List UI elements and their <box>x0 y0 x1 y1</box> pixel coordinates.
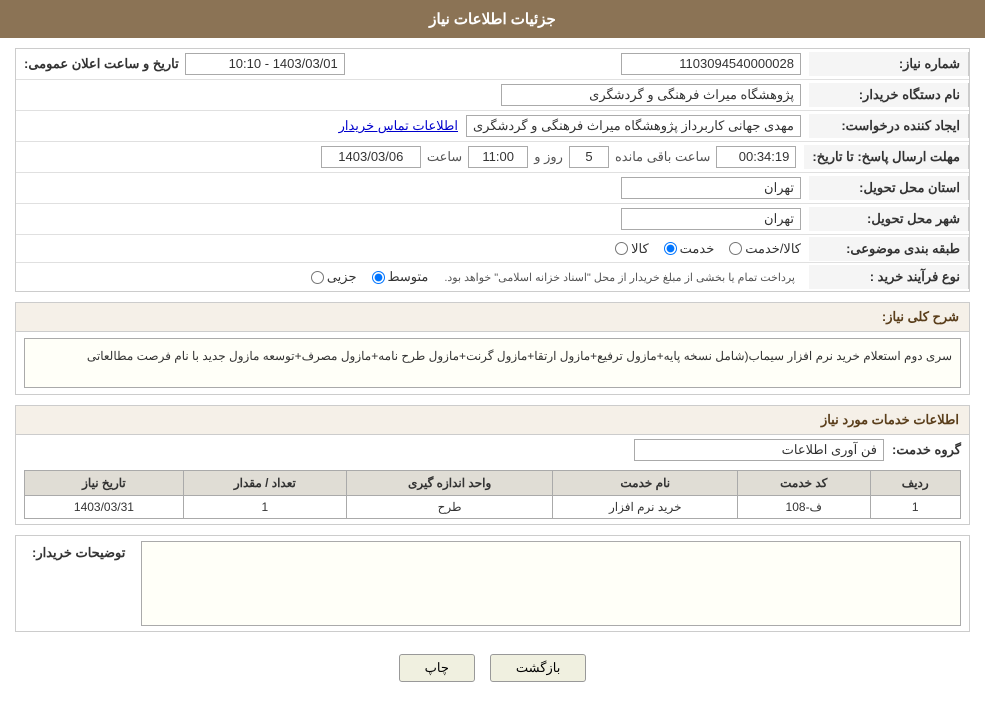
category-option-khedmat: خدمت <box>664 241 715 257</box>
cell-code: ف-108 <box>738 496 870 519</box>
organization-label: نام دستگاه خریدار: <box>809 83 969 107</box>
services-table-body: 1 ف-108 خرید نرم افزار طرح 1 1403/03/31 <box>25 496 961 519</box>
description-label: شرح کلی نیاز: <box>882 309 959 324</box>
announcement-label: تاریخ و ساعت اعلان عمومی: <box>24 56 179 72</box>
category-option-kala-khedmat: کالا/خدمت <box>729 241 801 257</box>
announcement-value: 1403/03/01 - 10:10 <box>185 53 345 75</box>
services-section-title: اطلاعات خدمات مورد نیاز <box>16 406 969 435</box>
services-table-header-row: ردیف کد خدمت نام خدمت واحد اندازه گیری ت… <box>25 471 961 496</box>
col-code: کد خدمت <box>738 471 870 496</box>
page-container: جزئیات اطلاعات نیاز شماره نیاز: 11030945… <box>0 0 985 704</box>
organization-value: پژوهشگاه میراث فرهنگی و گردشگری <box>501 84 801 106</box>
description-section-title: شرح کلی نیاز: <box>16 303 969 332</box>
process-row: نوع فرآیند خرید : پرداخت تمام یا بخشی از… <box>16 263 969 291</box>
services-table-container: ردیف کد خدمت نام خدمت واحد اندازه گیری ت… <box>24 470 961 519</box>
description-value: سری دوم استعلام خرید نرم افزار سیماب(شام… <box>24 338 961 388</box>
buttons-row: بازگشت چاپ <box>15 642 970 694</box>
creator-value-cell: مهدی جهانی کاربرداز پژوهشگاه میراث فرهنگ… <box>16 111 809 141</box>
process-radio-partial[interactable] <box>311 271 324 284</box>
date-value-cell: 00:34:19 ساعت باقی مانده 5 روز و 11:00 س… <box>16 142 804 172</box>
date-days: 5 <box>569 146 609 168</box>
category-option-khedmat-label: خدمت <box>680 241 715 257</box>
province-row: استان محل تحویل: تهران <box>16 173 969 204</box>
creator-label: ایجاد کننده درخواست: <box>809 114 969 138</box>
city-value: تهران <box>621 208 801 230</box>
services-table: ردیف کد خدمت نام خدمت واحد اندازه گیری ت… <box>24 470 961 519</box>
date-label: مهلت ارسال پاسخ: تا تاریخ: <box>804 145 969 169</box>
cell-name: خرید نرم افزار <box>553 496 738 519</box>
date-date: 1403/03/06 <box>321 146 421 168</box>
category-value-cell: کالا/خدمت خدمت کالا <box>16 237 809 261</box>
cell-date: 1403/03/31 <box>25 496 184 519</box>
category-option-kala-label: کالا <box>631 241 649 257</box>
need-number-value: 1103094540000028 <box>621 53 801 75</box>
category-radio-kala-khedmat[interactable] <box>729 242 742 255</box>
category-radio-group: کالا/خدمت خدمت کالا <box>24 241 801 257</box>
col-quantity: تعداد / مقدار <box>183 471 346 496</box>
announcement-value-cell: 1403/03/01 - 10:10 تاریخ و ساعت اعلان عم… <box>16 49 413 79</box>
process-value-cell: پرداخت تمام یا بخشی از مبلغ خریدار از مح… <box>16 265 809 290</box>
city-label: شهر محل تحویل: <box>809 207 969 231</box>
city-value-cell: تهران <box>16 204 809 234</box>
group-label: گروه خدمت: <box>892 442 961 458</box>
main-content: شماره نیاز: 1103094540000028 1403/03/01 … <box>0 38 985 704</box>
process-radio-group: متوسط جزیی <box>311 269 429 285</box>
cell-quantity: 1 <box>183 496 346 519</box>
group-row: گروه خدمت: فن آوری اطلاعات <box>16 435 969 465</box>
process-radio-medium[interactable] <box>372 271 385 284</box>
category-option-kala: کالا <box>615 241 649 257</box>
services-table-header: ردیف کد خدمت نام خدمت واحد اندازه گیری ت… <box>25 471 961 496</box>
group-value: فن آوری اطلاعات <box>634 439 884 461</box>
page-header: جزئیات اطلاعات نیاز <box>0 0 985 38</box>
description-section: شرح کلی نیاز: سری دوم استعلام خرید نرم ا… <box>15 302 970 395</box>
process-option-medium-label: متوسط <box>388 269 429 285</box>
province-value: تهران <box>621 177 801 199</box>
table-row: 1 ف-108 خرید نرم افزار طرح 1 1403/03/31 <box>25 496 961 519</box>
date-row: مهلت ارسال پاسخ: تا تاریخ: 00:34:19 ساعت… <box>16 142 969 173</box>
date-time-label: ساعت <box>427 149 462 165</box>
need-number-value-cell: 1103094540000028 <box>413 49 810 79</box>
col-unit: واحد اندازه گیری <box>346 471 553 496</box>
col-date: تاریخ نیاز <box>25 471 184 496</box>
col-name: نام خدمت <box>553 471 738 496</box>
process-note: پرداخت تمام یا بخشی از مبلغ خریدار از مح… <box>438 269 801 286</box>
notes-textarea[interactable] <box>141 541 961 626</box>
process-label: نوع فرآیند خرید : <box>809 265 969 289</box>
creator-link[interactable]: اطلاعات تماس خریدار <box>339 118 458 134</box>
date-remaining: 00:34:19 <box>716 146 796 168</box>
organization-value-cell: پژوهشگاه میراث فرهنگی و گردشگری <box>16 80 809 110</box>
date-days-label: روز و <box>534 149 563 165</box>
col-row: ردیف <box>870 471 960 496</box>
notes-row: توضیحات خریدار: <box>16 536 969 631</box>
cell-unit: طرح <box>346 496 553 519</box>
category-option-kala-khedmat-label: کالا/خدمت <box>745 241 801 257</box>
category-radio-khedmat[interactable] <box>664 242 677 255</box>
creator-value: مهدی جهانی کاربرداز پژوهشگاه میراث فرهنگ… <box>466 115 801 137</box>
back-button[interactable]: بازگشت <box>490 654 586 682</box>
date-time: 11:00 <box>468 146 528 168</box>
organization-row: نام دستگاه خریدار: پژوهشگاه میراث فرهنگی… <box>16 80 969 111</box>
info-section: شماره نیاز: 1103094540000028 1403/03/01 … <box>15 48 970 292</box>
date-remaining-label: ساعت باقی مانده <box>615 149 710 165</box>
category-radio-kala[interactable] <box>615 242 628 255</box>
creator-row: ایجاد کننده درخواست: مهدی جهانی کاربرداز… <box>16 111 969 142</box>
province-value-cell: تهران <box>16 173 809 203</box>
need-number-row: شماره نیاز: 1103094540000028 1403/03/01 … <box>16 49 969 80</box>
category-row: طبقه بندی موضوعی: کالا/خدمت خدمت کالا <box>16 235 969 263</box>
need-number-label: شماره نیاز: <box>809 52 969 76</box>
buyer-notes-label: توضیحات خریدار: <box>24 541 133 565</box>
services-section: اطلاعات خدمات مورد نیاز گروه خدمت: فن آو… <box>15 405 970 525</box>
process-option-medium: متوسط <box>372 269 429 285</box>
province-label: استان محل تحویل: <box>809 176 969 200</box>
process-option-partial-label: جزیی <box>327 269 357 285</box>
city-row: شهر محل تحویل: تهران <box>16 204 969 235</box>
process-option-partial: جزیی <box>311 269 357 285</box>
category-label: طبقه بندی موضوعی: <box>809 237 969 261</box>
print-button[interactable]: چاپ <box>399 654 475 682</box>
page-title: جزئیات اطلاعات نیاز <box>429 11 556 28</box>
cell-row: 1 <box>870 496 960 519</box>
buyer-notes-section: توضیحات خریدار: <box>15 535 970 632</box>
